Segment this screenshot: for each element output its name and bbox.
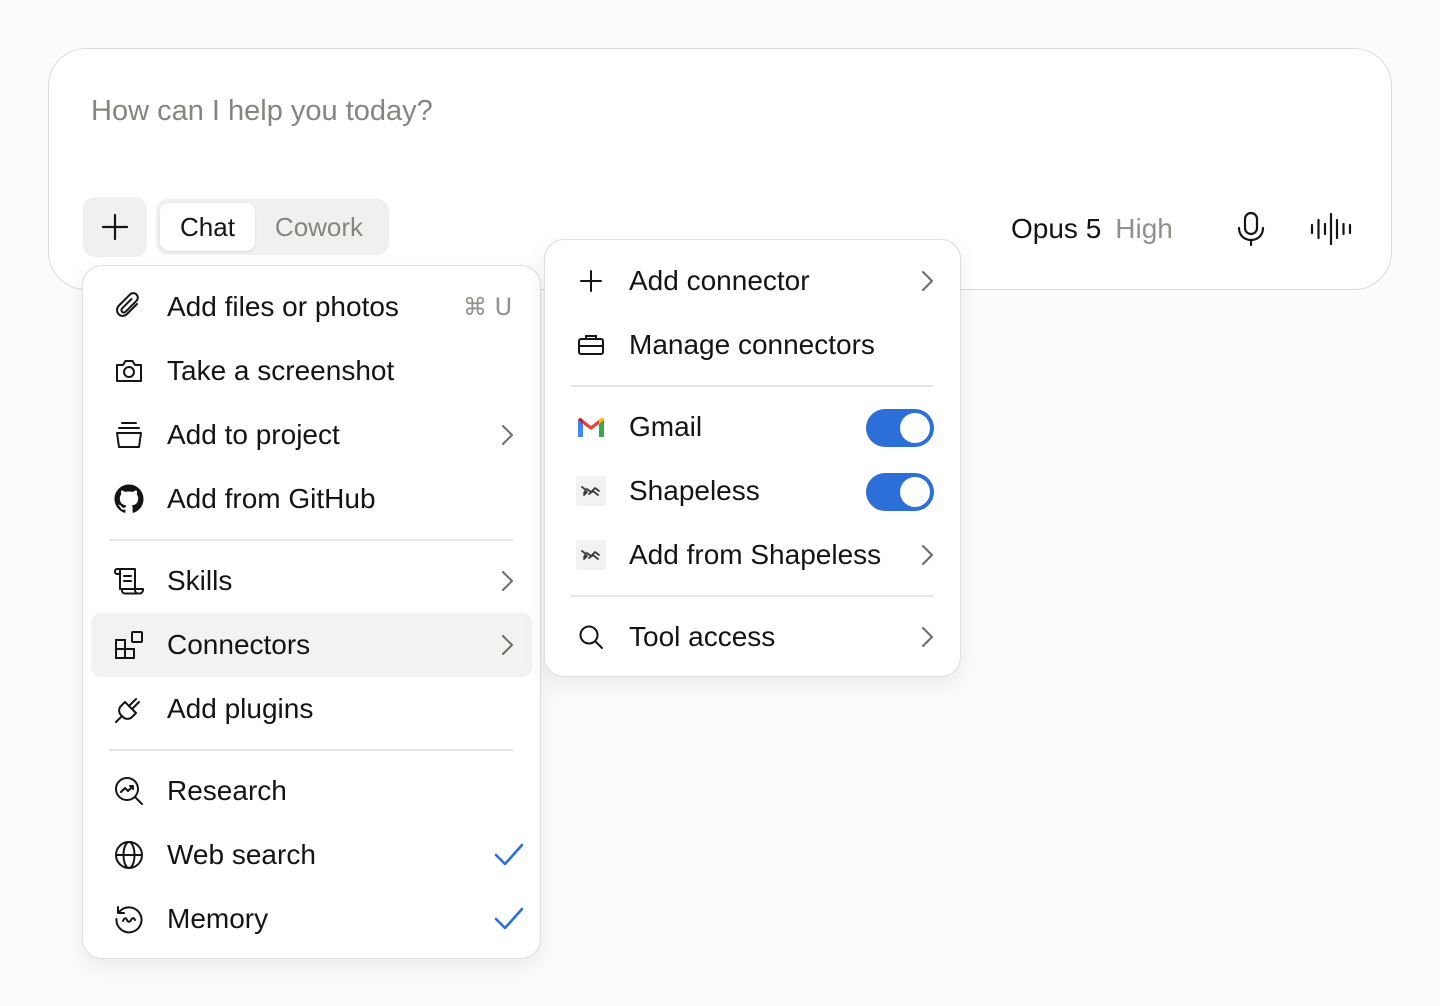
connectors-submenu: Add connector Manage connectors Gmail Sh… [544, 239, 961, 677]
plus-icon [580, 270, 602, 292]
connector-gmail: Gmail [553, 395, 952, 459]
keyboard-shortcut: ⌘ U [463, 293, 513, 321]
menu-item-label: Add files or photos [167, 291, 399, 322]
menu-item-add-files[interactable]: Add files or photos ⌘ U [91, 275, 532, 339]
voice-mode-button[interactable] [1307, 207, 1355, 251]
menu-item-manage-connectors[interactable]: Manage connectors [553, 313, 952, 377]
menu-divider [109, 749, 513, 751]
menu-item-label: Add from GitHub [167, 483, 376, 514]
mode-cowork-tab[interactable]: Cowork [255, 203, 385, 251]
menu-item-label: Gmail [629, 411, 703, 442]
shapeless-toggle[interactable] [866, 473, 934, 511]
connector-shapeless: Shapeless [553, 459, 952, 523]
menu-item-connectors[interactable]: Connectors [91, 613, 532, 677]
menu-item-tool-access[interactable]: Tool access [553, 605, 952, 669]
connectors-icon [115, 631, 143, 659]
globe-icon [115, 841, 143, 869]
chevron-right-icon [502, 635, 513, 655]
check-icon [494, 843, 524, 866]
menu-item-label: Shapeless [629, 475, 760, 506]
menu-item-label: Add plugins [167, 693, 314, 724]
menu-item-label: Take a screenshot [167, 355, 395, 386]
voice-waveform-icon [1310, 212, 1352, 246]
menu-item-add-to-project[interactable]: Add to project [91, 403, 532, 467]
chevron-right-icon [502, 571, 513, 591]
chevron-right-icon [922, 627, 933, 647]
toggle-knob [900, 413, 930, 443]
microphone-button[interactable] [1231, 209, 1271, 249]
menu-item-label: Connectors [167, 629, 311, 660]
prompt-input[interactable]: How can I help you today? [91, 95, 433, 128]
toggle-knob [900, 477, 930, 507]
chevron-right-icon [922, 545, 933, 565]
menu-divider [571, 385, 933, 387]
menu-divider [109, 539, 513, 541]
mode-toggle: Chat Cowork [156, 199, 390, 255]
search-icon [579, 625, 603, 649]
model-selector[interactable]: Opus 5 High [1011, 209, 1173, 249]
menu-item-add-plugins[interactable]: Add plugins [91, 677, 532, 741]
menu-item-label: Add connector [629, 265, 810, 296]
gmail-toggle[interactable] [866, 409, 934, 447]
camera-icon [116, 360, 142, 382]
shapeless-icon [576, 476, 606, 506]
menu-item-skills[interactable]: Skills [91, 549, 532, 613]
paperclip-icon [116, 292, 139, 317]
menu-item-label: Memory [167, 903, 269, 934]
menu-item-label: Web search [167, 839, 316, 870]
menu-item-add-connector[interactable]: Add connector [553, 249, 952, 313]
menu-item-research[interactable]: Research [91, 759, 532, 823]
shapeless-icon [576, 540, 606, 570]
check-icon [494, 907, 524, 930]
menu-item-web-search[interactable]: Web search [91, 823, 532, 887]
menu-item-add-from-github[interactable]: Add from GitHub [91, 467, 532, 531]
menu-item-label: Research [167, 775, 287, 806]
project-box-icon [116, 422, 142, 448]
menu-item-add-from-shapeless[interactable]: Add from Shapeless [553, 523, 952, 587]
menu-item-memory[interactable]: Memory [91, 887, 532, 951]
microphone-icon [1237, 211, 1265, 247]
add-content-menu: Add files or photos ⌘ U Take a screensho… [82, 265, 541, 959]
scroll-icon [114, 568, 144, 595]
github-icon [114, 484, 144, 513]
research-icon [115, 777, 143, 805]
menu-item-label: Skills [167, 565, 233, 596]
menu-item-label: Tool access [629, 621, 776, 652]
model-name: Opus 5 [1011, 213, 1102, 244]
briefcase-icon [578, 335, 604, 355]
menu-item-take-screenshot[interactable]: Take a screenshot [91, 339, 532, 403]
gmail-icon [578, 417, 604, 437]
chevron-right-icon [922, 271, 933, 291]
plus-icon [101, 213, 129, 241]
menu-item-label: Manage connectors [629, 329, 875, 360]
mode-chat-tab[interactable]: Chat [160, 203, 255, 251]
plug-icon [115, 698, 140, 723]
memory-icon [115, 906, 143, 934]
chevron-right-icon [502, 425, 513, 445]
menu-item-label: Add to project [167, 419, 340, 450]
menu-item-label: Add from Shapeless [629, 539, 882, 570]
model-effort: High [1115, 213, 1173, 244]
menu-divider [571, 595, 933, 597]
add-content-button[interactable] [83, 197, 147, 257]
